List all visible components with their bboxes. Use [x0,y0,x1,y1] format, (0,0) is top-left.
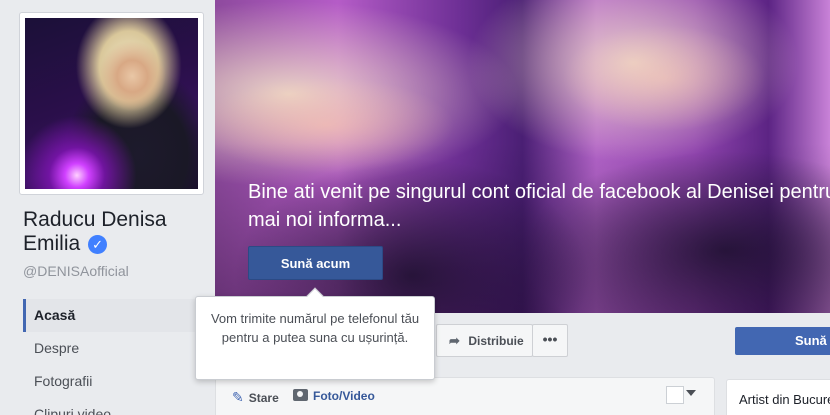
page-nav: Acasă Despre Fotografii Clipuri video [23,299,207,415]
profile-picture[interactable] [25,18,198,189]
verified-badge-icon: ✓ [88,235,108,254]
photo-video-label: Foto/Video [313,389,375,403]
share-arrow-icon: ➦ [449,333,460,348]
composer-tab-status[interactable]: ✎ Stare [232,389,279,406]
chevron-down-icon[interactable] [686,390,696,396]
about-category[interactable]: Artist din București [739,392,830,407]
profile-picture-frame[interactable] [19,12,204,195]
call-tooltip: Vom trimite numărul pe telefonul tău pen… [195,287,435,380]
cover-welcome-text: Bine ati venit pe singurul cont oficial … [248,178,830,234]
cover-text-line-2: mai noi informa... [248,209,402,231]
call-now-button[interactable]: Sună acum [248,246,383,280]
nav-item-photos[interactable]: Fotografii [23,365,207,398]
page-title[interactable]: Raducu Denisa Emilia ✓ [23,208,213,256]
audience-selector[interactable] [666,386,684,404]
tooltip-text: Vom trimite numărul pe telefonul tău pen… [210,311,420,345]
nav-item-about[interactable]: Despre [23,332,207,365]
call-now-right-button[interactable]: Sună acum [735,327,830,355]
nav-item-videos[interactable]: Clipuri video [23,398,207,415]
camera-icon [293,389,308,401]
status-label: Stare [248,391,279,405]
page-handle[interactable]: @DENISAofficial [23,263,129,279]
pencil-icon: ✎ [232,389,244,405]
about-card: Artist din București [726,379,830,415]
share-button[interactable]: ➦ Distribuie [436,324,533,357]
left-sidebar: Raducu Denisa Emilia ✓ @DENISAofficial A… [0,0,215,415]
cover-photo[interactable]: Bine ati venit pe singurul cont oficial … [215,0,830,313]
post-composer: ✎ Stare Foto/Video [215,377,715,415]
cover-text-line-1: Bine ati venit pe singurul cont oficial … [248,181,830,203]
composer-tab-photo-video[interactable]: Foto/Video [293,389,375,403]
more-options-button[interactable]: ••• [532,324,568,357]
nav-item-home[interactable]: Acasă [23,299,207,332]
share-label: Distribuie [468,334,524,348]
